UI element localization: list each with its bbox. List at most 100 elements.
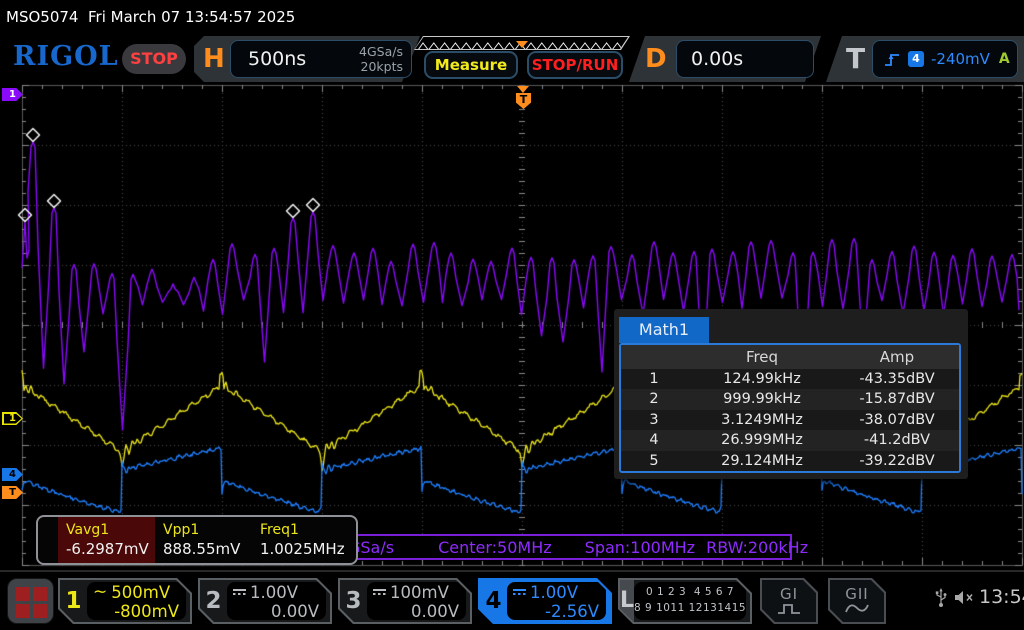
logic-channel-numbers: 0 1 2 3 4 5 6 7 8 9 1011 12131415 (634, 582, 746, 620)
datetime: Fri March 07 13:54:57 2025 (88, 8, 295, 26)
trigger-level: -240mV (931, 50, 990, 68)
fft-span: Span:100MHz (585, 538, 695, 557)
waveform-preview-bar[interactable] (414, 36, 630, 50)
logic-label: L (620, 580, 634, 622)
math-table-cell: 4 (621, 430, 687, 450)
math-table-cell: -41.2dBV (837, 430, 957, 450)
preview-window (415, 37, 629, 49)
top-status-bar: MSO5074 Fri March 07 13:54:57 2025 (0, 0, 1024, 33)
preview-trigger-marker (516, 41, 528, 48)
channel-4-button[interactable]: 41.00V-2.56V (478, 578, 612, 624)
measurement-value: 1.0025MHz (260, 540, 349, 558)
timebase-box[interactable]: 500ns 4GSa/s 20kpts (230, 40, 412, 78)
dc-coupling-icon (233, 589, 246, 595)
trigger-box[interactable]: 4 -240mV A (872, 40, 1018, 78)
acquisition-rates: 4GSa/s 20kpts (359, 44, 403, 74)
math-table-cell: 2 (621, 389, 687, 409)
rising-edge-icon (883, 51, 901, 68)
logic-channels-button[interactable]: L 0 1 2 3 4 5 6 7 8 9 1011 12131415 (618, 578, 752, 624)
math-table-row: 33.1249MHz-38.07dBV (621, 410, 959, 430)
sine-wave-icon (844, 602, 870, 615)
generator2-label: GII (845, 587, 868, 602)
math1-tab[interactable]: Math1 (619, 317, 709, 343)
math-table-cell: 3 (621, 410, 687, 430)
channel-scale: 500mV (111, 583, 170, 602)
channel-3-values: 100mV0.00V (367, 582, 466, 620)
channel-offset: -2.56V (513, 602, 599, 621)
math-table-cell: -39.22dBV (837, 451, 957, 471)
speaker-muted-icon[interactable] (953, 590, 976, 605)
measurement-item[interactable]: Vpp1 888.55mV (155, 517, 252, 563)
measurement-box[interactable]: Vavg1-6.2987mV Vpp1 888.55mV Freq1 1.0025MHz (36, 515, 358, 565)
math-table-cell: 29.124MHz (687, 451, 837, 471)
math-table-cell: -38.07dBV (837, 410, 957, 430)
trigger-source-badge: 4 (908, 51, 924, 67)
rigol-logo: RIGOL (13, 41, 119, 72)
math-table-cell: 3.1249MHz (687, 410, 837, 430)
square-wave-icon (776, 602, 802, 615)
sample-rate: 4GSa/s (359, 44, 403, 59)
channel-2-button[interactable]: 21.00V0.00V (198, 578, 332, 624)
generator1-button[interactable]: GI (760, 578, 818, 624)
delay-label: D (645, 41, 667, 77)
channel-2-number: 2 (200, 580, 227, 622)
usb-icon (934, 586, 948, 608)
measurement-item[interactable]: Vavg1-6.2987mV (58, 517, 155, 563)
math-table-row: 2999.99kHz-15.87dBV (621, 389, 959, 409)
math1-table-header: Freq Amp (621, 345, 959, 369)
measurement-value: -6.2987mV (66, 540, 155, 558)
dc-coupling-icon (373, 589, 386, 595)
trigger-label: T (846, 39, 865, 79)
channel-2-values: 1.00V0.00V (227, 582, 326, 620)
run-state-badge[interactable]: STOP (122, 44, 186, 74)
math-table-cell: 26.999MHz (687, 430, 837, 450)
measurement-value: 888.55mV (163, 540, 252, 558)
channel-scale: 1.00V (250, 583, 298, 602)
math-table-cell: 5 (621, 451, 687, 471)
horizontal-label: H (203, 41, 225, 77)
fft-center: Center:50MHz (438, 538, 552, 557)
channel-4-values: 1.00V-2.56V (507, 582, 606, 620)
channel-4-number: 4 (480, 580, 507, 622)
clock: 13:54 (979, 586, 1024, 608)
math1-popup: Math1 Freq Amp 1124.99kHz-43.35dBV2999.9… (614, 309, 968, 479)
delay-value: 0.00s (691, 48, 743, 70)
measure-button[interactable]: Measure (424, 51, 518, 79)
fft-info-bar: GSa/s Center:50MHz Span:100MHz RBW:200kH… (340, 534, 792, 560)
math-table-row: 426.999MHz-41.2dBV (621, 430, 959, 450)
math-table-cell: 999.99kHz (687, 389, 837, 409)
measurement-label: Freq1 (260, 522, 349, 538)
math1-table: Freq Amp 1124.99kHz-43.35dBV2999.99kHz-1… (619, 343, 961, 473)
measurement-label: Vpp1 (163, 522, 252, 538)
generator2-button[interactable]: GII (828, 578, 886, 624)
measurement-item[interactable]: Freq1 1.0025MHz (252, 517, 349, 563)
dc-coupling-icon (513, 589, 526, 595)
timebase-value: 500ns (248, 48, 306, 70)
channel-offset: -800mV (93, 602, 179, 621)
oscilloscope-screen: MSO5074 Fri March 07 13:54:57 2025 RIGOL… (0, 0, 1024, 630)
math-table-cell: 1 (621, 369, 687, 389)
math-table-row: 529.124MHz-39.22dBV (621, 451, 959, 471)
fft-rbw: RBW:200kHz (706, 538, 808, 557)
ac-coupling-icon: ∼ (93, 585, 107, 599)
generator1-label: GI (780, 587, 798, 602)
channel-3-button[interactable]: 3100mV0.00V (338, 578, 472, 624)
channel-1-values: ∼ 500mV-800mV (87, 582, 186, 620)
stop-run-button[interactable]: STOP/RUN (527, 51, 623, 79)
math-table-row: 1124.99kHz-43.35dBV (621, 369, 959, 389)
menu-grid-icon[interactable] (7, 578, 54, 624)
channel-offset: 0.00V (233, 602, 319, 621)
math-table-cell: -15.87dBV (837, 389, 957, 409)
amp-column-header: Amp (837, 345, 957, 369)
memory-depth: 20kpts (361, 59, 404, 74)
bottom-bar: L 0 1 2 3 4 5 6 7 8 9 1011 12131415 GI G… (0, 570, 1024, 630)
channel-offset: 0.00V (373, 602, 459, 621)
delay-box[interactable]: 0.00s (676, 40, 814, 78)
trigger-mode: A (999, 51, 1010, 67)
channel-1-button[interactable]: 1∼500mV-800mV (58, 578, 192, 624)
math-table-cell: 124.99kHz (687, 369, 837, 389)
model-name: MSO5074 (6, 8, 78, 26)
channel-scale: 1.00V (530, 583, 578, 602)
trigger-position-arrow[interactable] (517, 86, 529, 93)
channel-scale: 100mV (390, 583, 449, 602)
